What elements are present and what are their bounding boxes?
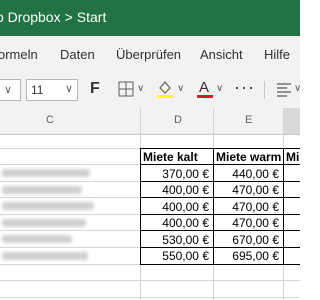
cell-e[interactable]: 695,00 € — [214, 249, 279, 263]
font-color-chevron-icon[interactable]: ∨ — [216, 83, 223, 94]
cell-d[interactable]: 370,00 € — [141, 167, 209, 181]
bold-button[interactable]: F — [90, 80, 100, 98]
cell-d-header[interactable]: Miete kalt — [143, 150, 198, 164]
toolbar: ∨ 11 ∨ F ∨ ∨ A ∨ ··· ∨ — [0, 72, 301, 109]
cell-e[interactable]: 440,00 € — [214, 167, 279, 181]
chevron-down-icon: ∨ — [64, 83, 73, 95]
blurred-cell — [2, 235, 72, 243]
gridline — [0, 297, 300, 298]
column-header-e[interactable]: E — [214, 108, 283, 135]
breadcrumb: o Dropbox > Start — [0, 9, 106, 25]
fill-color-icon — [157, 81, 173, 98]
table-border — [140, 197, 300, 198]
blurred-cell — [2, 186, 82, 194]
title-bar: o Dropbox > Start — [0, 0, 300, 36]
gridline — [0, 280, 300, 281]
font-size-dropdown[interactable]: 11 ∨ — [26, 79, 78, 101]
menu-view[interactable]: Ansicht — [200, 47, 243, 62]
table-border — [140, 247, 300, 248]
cell-e[interactable]: 670,00 € — [214, 233, 279, 247]
breadcrumb-separator: > — [64, 9, 73, 25]
toolbar-divider — [264, 81, 265, 99]
menu-data[interactable]: Daten — [60, 47, 95, 62]
table-border — [140, 230, 300, 231]
blurred-cell — [2, 252, 88, 260]
menu-bar: ormeln Daten Überprüfen Ansicht Hilfe — [0, 36, 300, 72]
cell-e-header[interactable]: Miete warm — [216, 150, 281, 164]
table-border — [140, 164, 300, 165]
table-border — [140, 264, 300, 265]
breadcrumb-dropbox[interactable]: o Dropbox — [0, 9, 61, 25]
table-border — [140, 148, 300, 149]
cell-e[interactable]: 470,00 € — [214, 216, 279, 230]
menu-formulas[interactable]: ormeln — [0, 47, 38, 62]
align-chevron-icon[interactable]: ∨ — [294, 83, 301, 94]
borders-button[interactable] — [118, 81, 134, 100]
menu-review[interactable]: Überprüfen — [116, 47, 181, 62]
menu-help[interactable]: Hilfe — [264, 47, 290, 62]
font-name-dropdown[interactable]: ∨ — [0, 79, 21, 101]
font-color-button[interactable]: A — [196, 78, 214, 103]
blurred-cell — [2, 169, 90, 177]
cell-d[interactable]: 530,00 € — [141, 233, 209, 247]
fill-chevron-icon[interactable]: ∨ — [177, 83, 184, 94]
blurred-cell — [2, 202, 94, 210]
cell-d[interactable]: 400,00 € — [141, 216, 209, 230]
cell-d[interactable]: 400,00 € — [141, 200, 209, 214]
blurred-cell — [2, 219, 86, 227]
cell-f-header[interactable]: Mi — [286, 150, 299, 164]
column-header-f[interactable] — [284, 108, 300, 135]
breadcrumb-start[interactable]: Start — [77, 9, 107, 25]
align-icon — [277, 83, 291, 97]
align-button[interactable] — [276, 81, 292, 100]
column-header-d[interactable]: D — [141, 108, 213, 135]
svg-text:A: A — [199, 79, 209, 96]
fill-color-button[interactable] — [156, 79, 174, 102]
table-border — [140, 214, 300, 215]
table-border — [283, 148, 284, 265]
cell-d[interactable]: 400,00 € — [141, 183, 209, 197]
font-size-value: 11 — [31, 83, 44, 97]
chevron-down-icon: ∨ — [4, 84, 13, 96]
cell-d[interactable]: 550,00 € — [141, 249, 209, 263]
font-color-icon: A — [197, 79, 213, 98]
borders-chevron-icon[interactable]: ∨ — [137, 83, 144, 94]
more-icon[interactable]: ··· — [234, 77, 255, 98]
column-header-c[interactable]: C — [0, 108, 140, 135]
cell-e[interactable]: 470,00 € — [214, 200, 279, 214]
cell-e[interactable]: 470,00 € — [214, 183, 279, 197]
table-border — [140, 181, 300, 182]
borders-icon — [118, 81, 134, 97]
